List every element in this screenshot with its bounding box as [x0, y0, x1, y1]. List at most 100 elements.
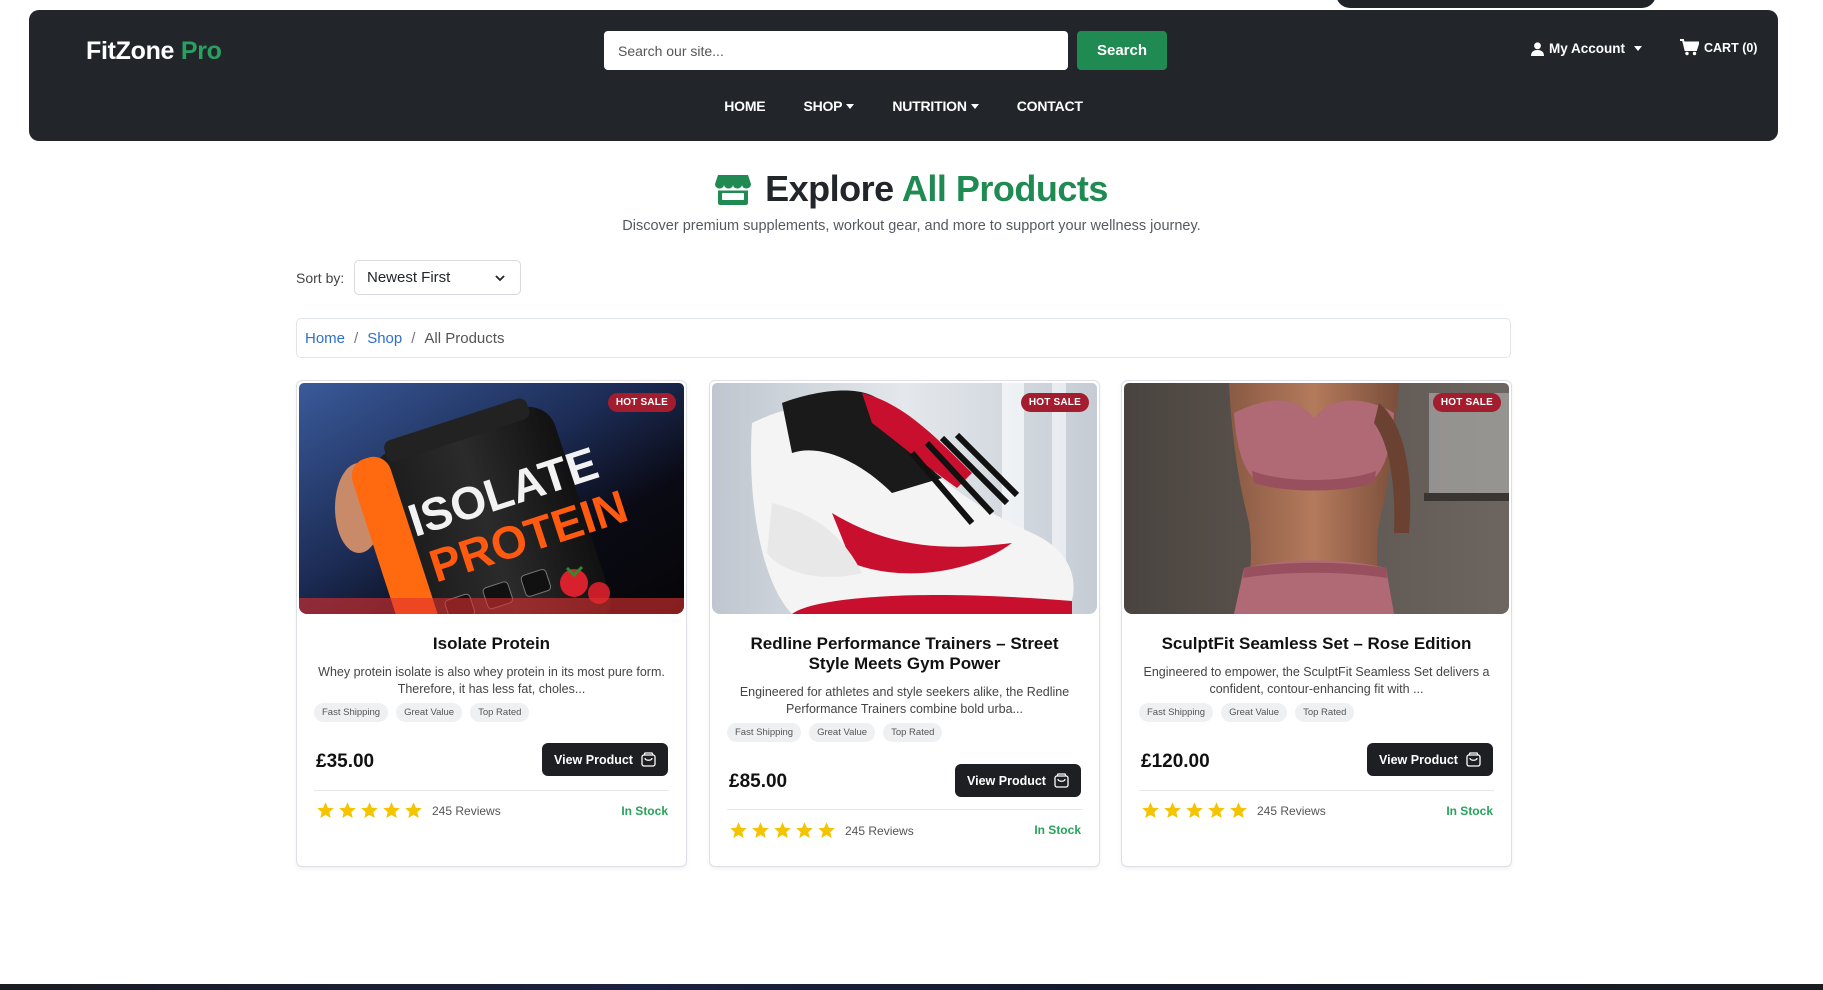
chevron-down-icon — [846, 103, 855, 109]
product-title[interactable]: Isolate Protein — [317, 634, 666, 654]
product-title[interactable]: Redline Performance Trainers – Street St… — [730, 634, 1079, 674]
nav-contact[interactable]: CONTACT — [998, 98, 1102, 114]
product-tags: Fast Shipping Great Value Top Rated — [727, 723, 943, 742]
product-title[interactable]: SculptFit Seamless Set – Rose Edition — [1142, 634, 1491, 654]
chevron-down-icon — [970, 103, 979, 109]
page-title: Explore All Products — [0, 168, 1823, 210]
tag-top-rated: Top Rated — [470, 703, 530, 722]
breadcrumb-separator: / — [411, 329, 416, 347]
site-header: FitZone Pro Search My Account CART (0) H… — [29, 10, 1778, 141]
view-product-button[interactable]: View Product — [1367, 743, 1493, 776]
my-account-menu[interactable]: My Account — [1531, 41, 1643, 56]
product-description: Engineered for athletes and style seeker… — [739, 685, 1070, 716]
stock-status: In Stock — [1446, 804, 1493, 818]
product-price: £85.00 — [729, 771, 788, 792]
nav-shop-label: SHOP — [803, 98, 843, 114]
product-image[interactable]: HOT SALE — [712, 383, 1097, 614]
tag-fast-shipping: Fast Shipping — [1139, 703, 1214, 722]
tag-great-value: Great Value — [1221, 703, 1288, 722]
hot-sale-badge: HOT SALE — [1020, 393, 1089, 412]
breadcrumb-home[interactable]: Home — [305, 330, 345, 347]
view-product-button[interactable]: View Product — [955, 764, 1081, 797]
star-icon — [339, 802, 356, 819]
sort-label: Sort by: — [296, 270, 345, 286]
page-title-main: Explore — [765, 168, 894, 209]
page-title-accent: All Products — [901, 168, 1109, 209]
chevron-down-icon — [495, 275, 505, 282]
star-icon — [361, 802, 378, 819]
search-button[interactable]: Search — [1077, 31, 1167, 70]
review-count: 245 Reviews — [432, 803, 501, 818]
product-card-isolate-protein[interactable]: ISOLATE PROTEIN HOT SALE Isolate Protein… — [296, 380, 687, 867]
breadcrumb-separator: / — [354, 329, 359, 347]
star-icon — [752, 822, 769, 839]
user-icon — [1531, 41, 1544, 56]
hot-sale-badge: HOT SALE — [607, 393, 676, 412]
nav-home[interactable]: HOME — [705, 98, 784, 114]
card-divider — [314, 790, 669, 791]
breadcrumb: Home / Shop / All Products — [296, 318, 1511, 358]
star-rating: 245 Reviews — [729, 821, 914, 840]
store-icon — [715, 175, 752, 205]
hot-sale-badge: HOT SALE — [1432, 393, 1501, 412]
nav-nutrition[interactable]: NUTRITION — [873, 98, 997, 114]
search-input[interactable] — [604, 31, 1068, 70]
nav-nutrition-label: NUTRITION — [892, 98, 967, 114]
top-dark-tab — [1336, 0, 1656, 8]
view-product-label: View Product — [967, 773, 1046, 788]
star-icon — [317, 802, 334, 819]
product-price: £120.00 — [1141, 751, 1210, 772]
product-image[interactable]: HOT SALE — [1124, 383, 1509, 614]
stock-status: In Stock — [1034, 823, 1081, 837]
star-icon — [383, 802, 400, 819]
star-icon — [1164, 802, 1181, 819]
card-divider — [1139, 790, 1494, 791]
star-icon — [1230, 802, 1247, 819]
page-subtitle: Discover premium supplements, workout ge… — [622, 218, 1201, 234]
star-rating: 245 Reviews — [1141, 801, 1326, 820]
product-card-sculptfit-set[interactable]: HOT SALE SculptFit Seamless Set – Rose E… — [1121, 380, 1512, 867]
main-nav: HOME SHOP NUTRITION CONTACT — [29, 98, 1778, 114]
product-description: Engineered to empower, the SculptFit Sea… — [1143, 665, 1490, 696]
product-tags: Fast Shipping Great Value Top Rated — [1139, 703, 1355, 722]
product-image[interactable]: ISOLATE PROTEIN HOT SALE — [299, 383, 684, 614]
cart-link[interactable]: CART (0) — [1680, 39, 1757, 56]
view-product-label: View Product — [554, 752, 633, 767]
product-price: £35.00 — [316, 751, 375, 772]
cart-label: CART (0) — [1704, 40, 1758, 55]
bag-icon — [1054, 773, 1069, 788]
tag-fast-shipping: Fast Shipping — [314, 703, 389, 722]
sort-select[interactable]: Newest First — [354, 260, 521, 295]
review-count: 245 Reviews — [845, 823, 914, 838]
breadcrumb-current: All Products — [424, 329, 505, 347]
review-count: 245 Reviews — [1257, 803, 1326, 818]
tag-great-value: Great Value — [809, 723, 876, 742]
tag-top-rated: Top Rated — [883, 723, 943, 742]
bag-icon — [1466, 752, 1481, 767]
star-icon — [405, 802, 422, 819]
view-product-label: View Product — [1379, 752, 1458, 767]
footer-edge — [0, 984, 1823, 990]
product-card-redline-trainers[interactable]: HOT SALE Redline Performance Trainers – … — [709, 380, 1100, 867]
nav-home-label: HOME — [724, 98, 766, 114]
star-rating: 245 Reviews — [316, 801, 501, 820]
logo-main-text: FitZone — [86, 37, 175, 65]
view-product-button[interactable]: View Product — [542, 743, 668, 776]
star-icon — [818, 822, 835, 839]
star-icon — [1142, 802, 1159, 819]
nav-contact-label: CONTACT — [1016, 98, 1083, 114]
stock-status: In Stock — [621, 804, 668, 818]
product-tags: Fast Shipping Great Value Top Rated — [314, 703, 530, 722]
site-logo[interactable]: FitZone Pro — [86, 37, 222, 66]
tag-great-value: Great Value — [396, 703, 463, 722]
product-description: Whey protein isolate is also whey protei… — [318, 665, 665, 696]
logo-accent-text: Pro — [180, 37, 222, 65]
breadcrumb-shop[interactable]: Shop — [367, 330, 402, 347]
star-icon — [1186, 802, 1203, 819]
star-icon — [730, 822, 747, 839]
tag-top-rated: Top Rated — [1295, 703, 1355, 722]
nav-shop[interactable]: SHOP — [784, 98, 873, 114]
chevron-down-icon — [1634, 46, 1643, 51]
tag-fast-shipping: Fast Shipping — [727, 723, 802, 742]
star-icon — [774, 822, 791, 839]
